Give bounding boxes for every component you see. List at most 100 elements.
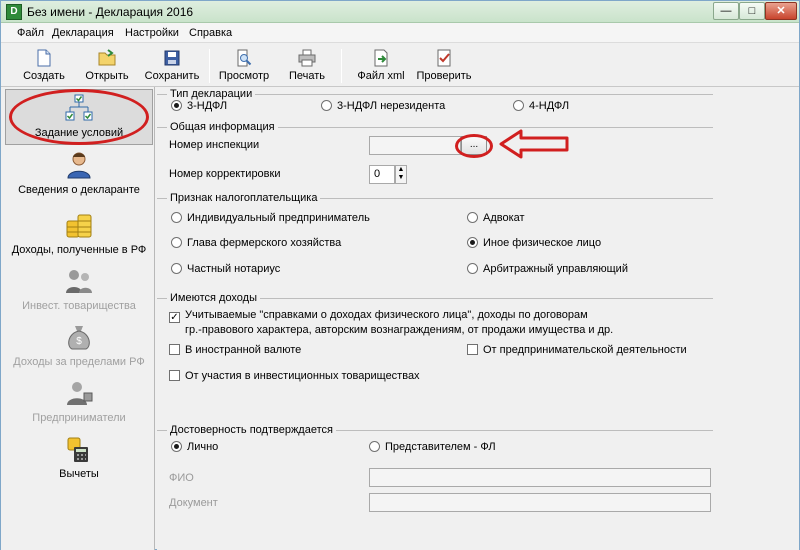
radio-dot-icon [171, 237, 182, 248]
radio-dot-icon [513, 100, 524, 111]
xml-export-icon [374, 49, 388, 67]
print-button[interactable]: Печать [283, 47, 331, 85]
annotation-arrow-icon [499, 129, 569, 159]
sidebar-item-declarant[interactable]: Сведения о декларанте [5, 147, 153, 203]
radio-entrepreneur[interactable]: Индивидуальный предприниматель [171, 212, 370, 224]
open-label: Открыть [85, 70, 129, 82]
sidebar-item-foreign-income[interactable]: $ Доходы за пределами РФ [5, 319, 153, 375]
radio-label: Индивидуальный предприниматель [187, 212, 370, 224]
investors-icon [66, 270, 92, 293]
checkbox-label: Учитываемые "справками о доходах физичес… [185, 309, 588, 321]
app-window: D Без имени - Декларация 2016 — □ ✕ Файл… [0, 0, 800, 550]
radio-label: Иное физическое лицо [483, 237, 602, 249]
radio-dot-icon [467, 237, 478, 248]
checkbox-label-continued: гр.-правового характера, авторским возна… [185, 324, 614, 336]
menu-settings[interactable]: Настройки [125, 27, 179, 39]
radio-dot-icon [467, 263, 478, 274]
menu-help[interactable]: Справка [189, 27, 232, 39]
checkbox-business-income[interactable]: От предпринимательской деятельности [467, 344, 687, 356]
radio-personally[interactable]: Лично [171, 441, 218, 453]
radio-farm-head[interactable]: Глава фермерского хозяйства [171, 237, 341, 249]
print-label: Печать [288, 70, 326, 82]
preview-label: Просмотр [218, 70, 270, 82]
radio-label: Глава фермерского хозяйства [187, 237, 342, 249]
toolbar: Создать Открыть Сохранить Просмотр Печат… [1, 45, 799, 87]
radio-lawyer[interactable]: Адвокат [467, 212, 525, 224]
menu-file[interactable]: Файл [17, 27, 44, 39]
calculator-icon [67, 437, 88, 462]
radio-dot-icon [171, 100, 182, 111]
checkbox-income-certificates[interactable]: ✓ Учитываемые "справками о доходах физиче… [169, 309, 588, 323]
fio-field[interactable] [369, 468, 711, 487]
chevron-up-icon[interactable]: ▲ [396, 166, 406, 174]
printer-icon [298, 49, 316, 67]
inspection-browse-button[interactable]: ... [461, 136, 487, 155]
floppy-disk-icon [164, 50, 180, 66]
income-group: Имеются доходы ✓ Учитываемые "справками о… [157, 292, 713, 396]
radio-dot-icon [467, 212, 478, 223]
svg-text:$: $ [76, 336, 82, 347]
declaration-type-group: Тип декларации 3-НДФЛ 3-НДФЛ нерезидента… [157, 88, 713, 118]
menu-declaration[interactable]: Декларация [52, 27, 114, 39]
radio-arbitration-manager[interactable]: Арбитражный управляющий [467, 263, 628, 275]
radio-dot-icon [171, 263, 182, 274]
new-document-icon [37, 49, 51, 67]
document-field[interactable] [369, 493, 711, 512]
radio-3ndfl[interactable]: 3-НДФЛ [171, 100, 227, 112]
general-info-title: Общая информация [167, 121, 278, 133]
checkbox-foreign-currency[interactable]: В иностранной валюте [169, 344, 301, 356]
menu-bar: Файл Декларация Настройки Справка [1, 23, 799, 43]
maximize-button[interactable]: □ [739, 2, 765, 20]
declaration-type-title: Тип декларации [167, 88, 256, 100]
radio-label: Арбитражный управляющий [483, 263, 628, 275]
checkbox-label: В иностранной валюте [185, 344, 302, 356]
sidebar-item-label: Инвест. товарищества [22, 300, 136, 312]
save-button[interactable]: Сохранить [141, 47, 203, 85]
main-content: Тип декларации 3-НДФЛ 3-НДФЛ нерезидента… [157, 87, 799, 550]
open-button[interactable]: Открыть [81, 47, 133, 85]
radio-label: 3-НДФЛ [187, 100, 228, 112]
create-label: Создать [23, 70, 65, 82]
sidebar-item-conditions[interactable]: Задание условий [5, 89, 153, 145]
radio-4ndfl[interactable]: 4-НДФЛ [513, 100, 569, 112]
minimize-button[interactable]: — [713, 2, 739, 20]
magnifier-page-icon [237, 49, 252, 67]
checkbox-label: От участия в инвестиционных товарищества… [185, 370, 420, 382]
close-button[interactable]: ✕ [765, 2, 797, 20]
radio-representative[interactable]: Представителем - ФЛ [369, 441, 496, 453]
sidebar-item-entrepreneurs[interactable]: Предприниматели [5, 375, 153, 431]
document-label: Документ [169, 497, 218, 509]
xml-file-label: Файл xml [357, 70, 405, 82]
create-button[interactable]: Создать [17, 47, 71, 85]
sidebar-item-income-rf[interactable]: Доходы, полученные в РФ [5, 207, 153, 263]
radio-notary[interactable]: Частный нотариус [171, 263, 280, 275]
radio-dot-icon [369, 441, 380, 452]
chevron-down-icon[interactable]: ▼ [396, 174, 406, 182]
radio-label: Частный нотариус [187, 263, 281, 275]
confirmation-group: Достоверность подтверждается Лично Предс… [157, 424, 713, 540]
coins-icon [66, 214, 92, 238]
radio-3ndfl-nonresident[interactable]: 3-НДФЛ нерезидента [321, 100, 445, 112]
correction-number-label: Номер корректировки [169, 168, 281, 180]
sidebar-item-deductions[interactable]: Вычеты [5, 431, 153, 487]
inspection-number-field[interactable] [369, 136, 461, 155]
sidebar-item-investment[interactable]: Инвест. товарищества [5, 263, 153, 319]
check-button[interactable]: Проверить [413, 47, 475, 85]
sidebar-item-label: Вычеты [59, 468, 99, 480]
radio-dot-icon [321, 100, 332, 111]
sidebar-item-label: Доходы за пределами РФ [13, 356, 145, 368]
fio-label: ФИО [169, 472, 194, 484]
xml-file-button[interactable]: Файл xml [353, 47, 409, 85]
title-bar: D Без имени - Декларация 2016 — □ ✕ [1, 1, 799, 23]
preview-button[interactable]: Просмотр [215, 47, 273, 85]
checkmark-document-icon [437, 49, 451, 67]
correction-number-field[interactable]: 0 [369, 165, 395, 184]
radio-other-individual[interactable]: Иное физическое лицо [467, 237, 601, 249]
radio-label: 3-НДФЛ нерезидента [337, 100, 446, 112]
sidebar-item-label: Сведения о декларанте [18, 184, 140, 196]
money-bag-icon: $ [68, 326, 90, 350]
checkbox-investment-partnerships[interactable]: От участия в инвестиционных товарищества… [169, 370, 420, 382]
correction-stepper[interactable]: ▲ ▼ [395, 165, 407, 184]
general-info-group: Общая информация Номер инспекции ... Ном… [157, 121, 713, 193]
businessman-icon [67, 382, 93, 405]
